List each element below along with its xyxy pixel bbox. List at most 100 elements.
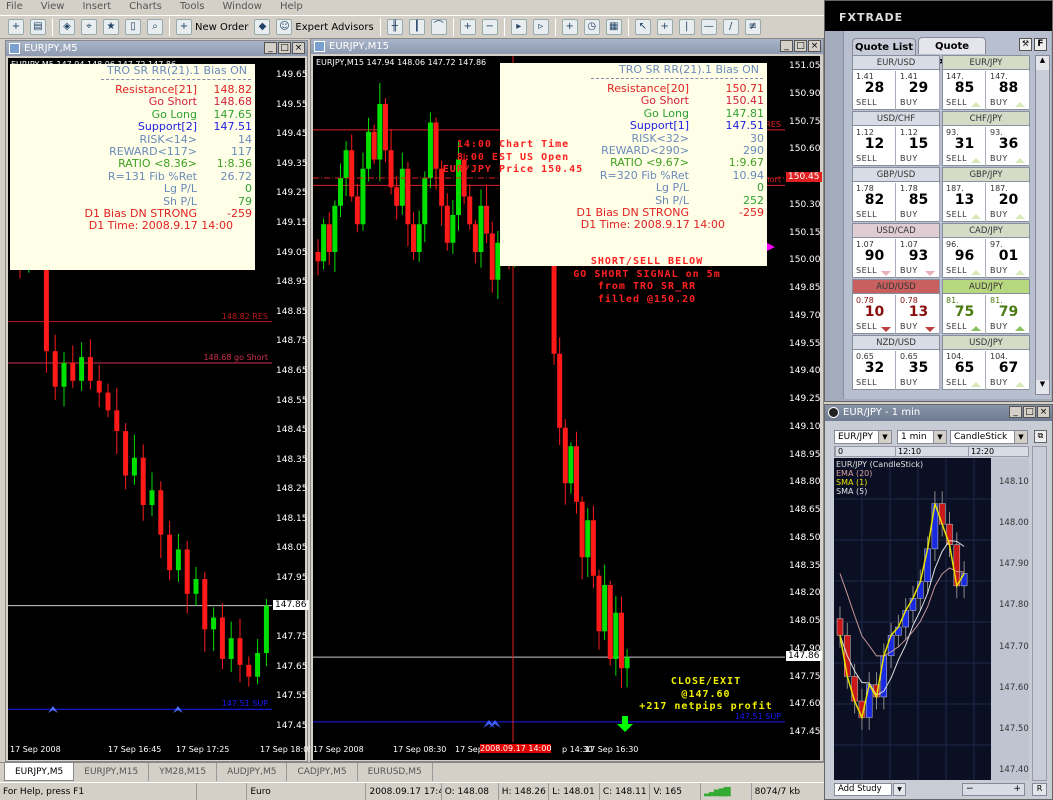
chart-tab[interactable]: EURJPY,M5 — [4, 763, 75, 781]
terminal-icon[interactable]: ▯ — [125, 19, 141, 35]
zoom-out-icon[interactable]: − — [481, 19, 498, 35]
price-axis-left[interactable]: 149.65 149.55 149.45 149.35 149.25 149.15 149.… — [272, 58, 309, 742]
quote-scrollbar[interactable]: ▲ ▼ — [1035, 55, 1050, 395]
sell-button[interactable]: 147. 85 SELL — [943, 71, 986, 110]
sell-button[interactable]: 1.07 90 SELL — [853, 239, 896, 278]
style-select[interactable]: CandleStick ▼ — [950, 430, 1028, 444]
new-order-button[interactable]: + New Order — [176, 19, 248, 35]
scroll-up-icon[interactable]: ▲ — [1036, 56, 1049, 70]
window-title-bar[interactable]: EURJPY,M5 _ □ × — [6, 41, 307, 56]
chart-shift-icon[interactable]: ▹ — [532, 19, 549, 35]
indicators-icon[interactable]: + — [561, 19, 578, 35]
chart-tab[interactable]: YM28,M15 — [149, 763, 218, 781]
close-button[interactable]: × — [1037, 406, 1050, 418]
oanda-icon — [828, 407, 839, 418]
sell-button[interactable]: 1.78 82 SELL — [853, 183, 896, 222]
fibonacci-icon[interactable]: ≢ — [744, 19, 761, 35]
zoom-in-icon[interactable]: + — [459, 19, 476, 35]
line-chart-icon[interactable]: ⌒ — [430, 19, 447, 35]
zoom-in-icon[interactable]: + — [1013, 784, 1024, 794]
navigator-icon[interactable]: ★ — [103, 19, 119, 35]
chart-tab[interactable]: AUDJPY,M5 — [217, 763, 288, 781]
window-title-bar[interactable]: EURJPY,M15 _ □ × — [311, 39, 823, 54]
minimize-button[interactable]: _ — [1009, 406, 1022, 418]
candlestick-icon[interactable]: ┃ — [408, 19, 425, 35]
menu-charts[interactable]: Charts — [129, 0, 162, 14]
new-chart-icon[interactable]: + — [8, 19, 24, 35]
menu-window[interactable]: Window — [223, 0, 262, 14]
menu-tools[interactable]: Tools — [180, 0, 205, 14]
sell-button[interactable]: 81. 75 SELL — [943, 295, 986, 334]
menu-insert[interactable]: Insert — [82, 0, 111, 14]
reset-button[interactable]: R — [1032, 783, 1047, 796]
templates-icon[interactable]: ▦ — [605, 19, 622, 35]
trendline-icon[interactable]: / — [722, 19, 739, 35]
crosshair-tool-icon[interactable]: + — [656, 19, 673, 35]
sell-button[interactable]: 93. 31 SELL — [943, 127, 986, 166]
horizontal-line-icon[interactable]: — — [700, 19, 717, 35]
buy-button[interactable]: 81. 79 BUY — [987, 295, 1030, 334]
profiles-icon[interactable]: ▤ — [30, 19, 46, 35]
chart-area-left[interactable]: 148.82 RES148.68 go Short147.51 SUPEURJP… — [8, 58, 272, 742]
buy-button[interactable]: 1.41 29 BUY — [897, 71, 940, 110]
tester-icon[interactable]: ⌕ — [147, 19, 163, 35]
scroll-down-icon[interactable]: ▼ — [1036, 380, 1049, 394]
close-button[interactable]: × — [808, 40, 821, 52]
menu-file[interactable]: File — [6, 0, 23, 14]
buy-button[interactable]: 104. 67 BUY — [987, 351, 1030, 390]
chart-tab[interactable]: EURJPY,M15 — [74, 763, 150, 781]
sell-button[interactable]: 0.78 10 SELL — [853, 295, 896, 334]
bar-chart-icon[interactable]: ╫ — [386, 19, 403, 35]
close-button[interactable]: × — [292, 42, 305, 54]
menu-help[interactable]: Help — [280, 0, 303, 14]
maximize-button[interactable]: □ — [794, 40, 807, 52]
zoom-slider[interactable]: − + — [962, 783, 1025, 796]
sell-button[interactable]: 0.65 32 SELL — [853, 351, 896, 390]
crosshair-icon[interactable]: ⌖ — [81, 19, 97, 35]
buy-button[interactable]: 1.78 85 BUY — [897, 183, 940, 222]
chart-tab[interactable]: EURUSD,M5 — [358, 763, 433, 781]
buy-button[interactable]: 1.07 93 BUY — [897, 239, 940, 278]
minimize-button[interactable]: _ — [264, 42, 277, 54]
auto-scroll-icon[interactable]: ▸ — [510, 19, 527, 35]
settings-icon[interactable]: ⚒ — [1019, 38, 1032, 51]
buy-button[interactable]: 0.65 35 BUY — [897, 351, 940, 390]
market-watch-icon[interactable]: ◈ — [59, 19, 75, 35]
sell-button[interactable]: 96. 96 SELL — [943, 239, 986, 278]
vertical-line-icon[interactable]: | — [678, 19, 695, 35]
chevron-down-icon[interactable]: ▼ — [893, 783, 906, 796]
buy-button[interactable]: 147. 88 BUY — [987, 71, 1030, 110]
instrument-select[interactable]: EUR/JPY ▼ — [834, 430, 892, 444]
minimize-button[interactable]: _ — [780, 40, 793, 52]
expert-advisors-button[interactable]: ☺ Expert Advisors — [276, 19, 374, 35]
maximize-button[interactable]: □ — [1023, 406, 1036, 418]
mini-scrollbar[interactable] — [1032, 446, 1047, 781]
sell-button[interactable]: 1.41 28 SELL — [853, 71, 896, 110]
sell-button[interactable]: 104. 65 SELL — [943, 351, 986, 390]
float-button[interactable]: F — [1034, 38, 1047, 51]
price-axis-middle[interactable]: 151.05 150.90 150.75 150.60 150.45 150.30 150.… — [785, 56, 822, 742]
buy-button[interactable]: 1.12 15 BUY — [897, 127, 940, 166]
maximize-button[interactable]: □ — [278, 42, 291, 54]
sell-button[interactable]: 187. 13 SELL — [943, 183, 986, 222]
buy-button[interactable]: 93. 36 BUY — [987, 127, 1030, 166]
mini-price-axis[interactable]: 148.10 148.00 147.90 147.80 147.70 147.60 147.… — [991, 458, 1029, 780]
interval-select[interactable]: 1 min ▼ — [897, 430, 947, 444]
detach-icon[interactable]: ⧉ — [1034, 430, 1047, 443]
buy-button[interactable]: 0.78 13 BUY — [897, 295, 940, 334]
buy-button[interactable]: 97. 01 BUY — [987, 239, 1030, 278]
sell-button[interactable]: 1.12 12 SELL — [853, 127, 896, 166]
menu-view[interactable]: View — [41, 0, 65, 14]
tab-quote-panel[interactable]: Quote Panel — [918, 37, 986, 69]
chart-area-middle[interactable]: 150.71 RES150.41 go Short147.51 SUPEURJP… — [313, 56, 785, 742]
cursor-icon[interactable]: ↖ — [634, 19, 651, 35]
chart-tab[interactable]: CADJPY,M5 — [287, 763, 358, 781]
metaeditor-icon[interactable]: ◆ — [254, 19, 271, 35]
window-title-bar[interactable]: EUR/JPY - 1 min _ □ × — [825, 405, 1052, 421]
add-study-button[interactable]: Add Study — [834, 783, 892, 796]
buy-button[interactable]: 187. 20 BUY — [987, 183, 1030, 222]
tab-quote-list[interactable]: Quote List — [852, 38, 916, 55]
zoom-out-icon[interactable]: − — [963, 784, 974, 794]
mini-chart-area[interactable]: EUR/JPY (CandleStick) EMA (20) SMA (1) SMA … — [834, 458, 991, 780]
periods-icon[interactable]: ◷ — [583, 19, 600, 35]
